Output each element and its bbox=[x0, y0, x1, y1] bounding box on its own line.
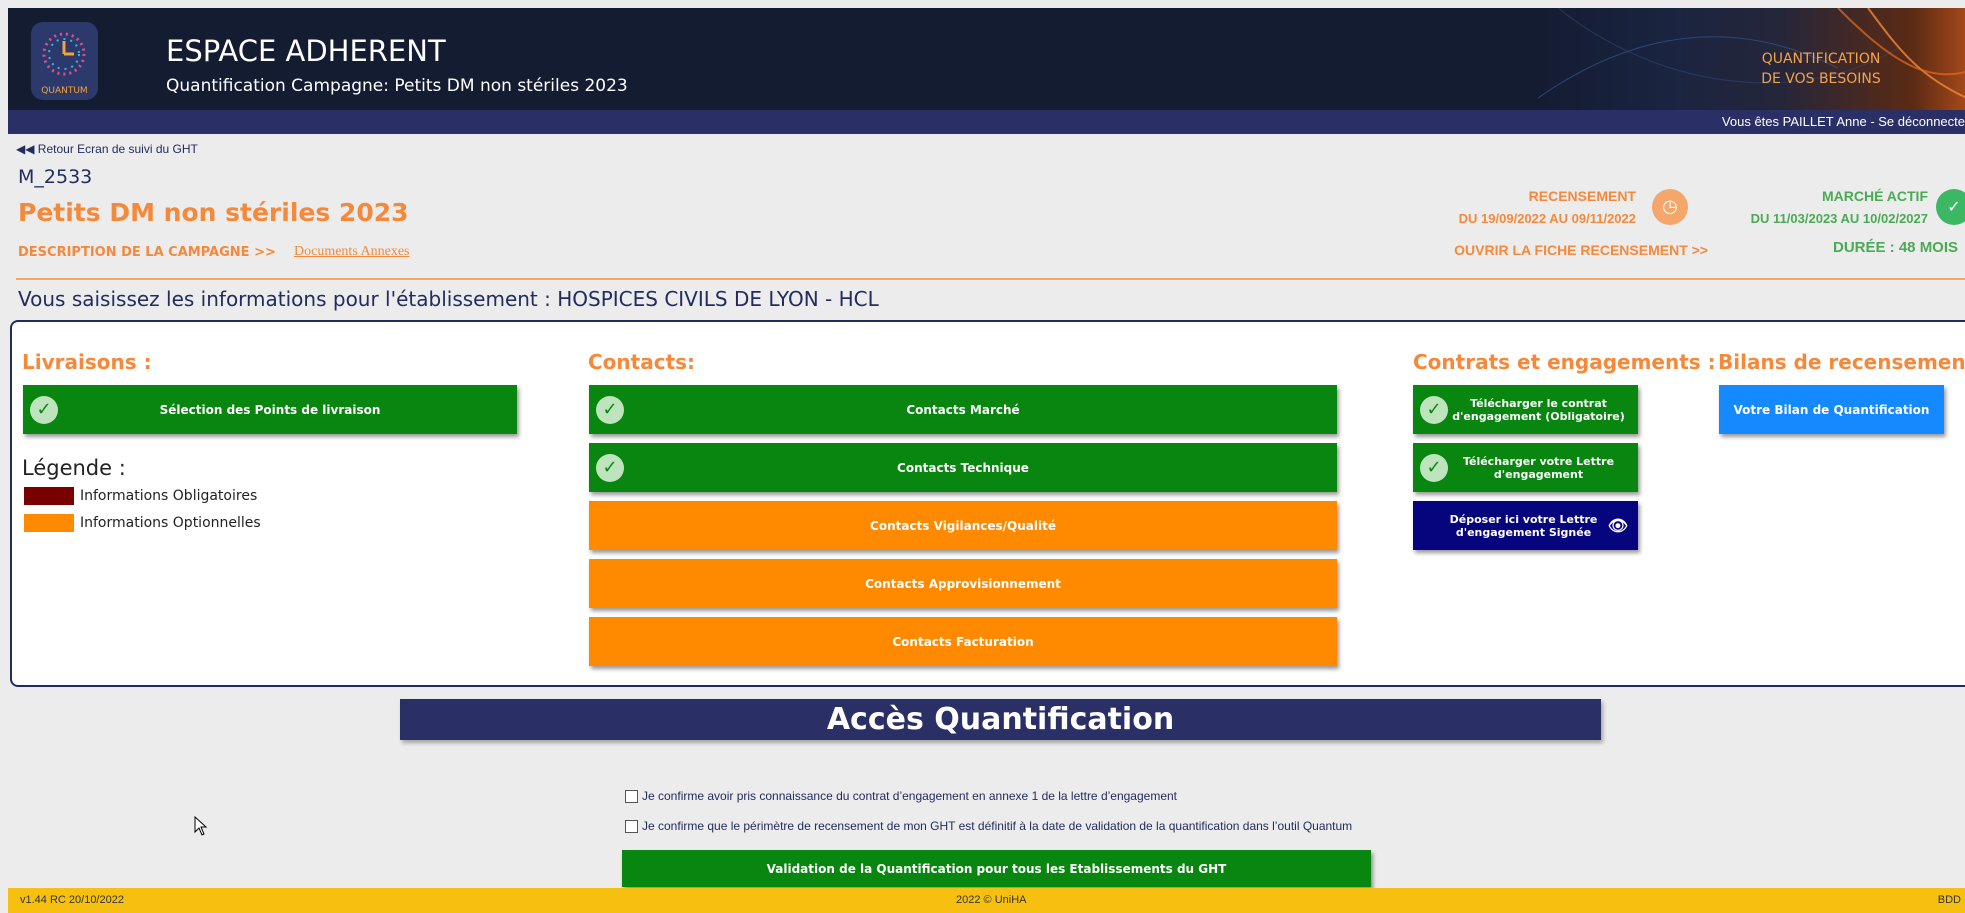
etablissement-text: Vous saisissez les informations pour l'é… bbox=[18, 287, 879, 311]
acces-quantification-title: Accès Quantification bbox=[400, 699, 1601, 740]
confirm-perimetre-label: Je confirme que le périmètre de recensem… bbox=[642, 819, 1353, 833]
button-label: Contacts Approvisionnement bbox=[865, 576, 1061, 591]
check-icon: ✓ bbox=[1420, 453, 1448, 482]
header-banner: QUANTIFICATION DE VOS BESOINS & bbox=[1538, 8, 1965, 110]
back-link[interactable]: ◀◀ Retour Ecran de suivi du GHT bbox=[16, 142, 198, 156]
quantum-logo[interactable]: QUANTUM bbox=[31, 22, 98, 100]
header-title: ESPACE ADHERENT bbox=[166, 34, 446, 68]
check-icon: ✓ bbox=[1420, 395, 1448, 424]
confirm-perimetre-checkbox[interactable] bbox=[625, 819, 638, 833]
eye-icon[interactable]: 👁 bbox=[1608, 516, 1628, 535]
banner-line1: QUANTIFICATION bbox=[1761, 51, 1881, 67]
footer: v1.44 RC 20/10/2022 2022 © UniHA BDD bbox=[8, 888, 1965, 913]
check-icon: ✓ bbox=[596, 395, 624, 424]
campaign-description-link[interactable]: DESCRIPTION DE LA CAMPAGNE >> bbox=[18, 245, 276, 260]
footer-copyright: 2022 © UniHA bbox=[956, 894, 1027, 906]
points-livraison-button[interactable]: ✓ Sélection des Points de livraison bbox=[23, 385, 517, 434]
legend-swatch-obligatoire bbox=[24, 487, 74, 505]
button-label: Contacts Technique bbox=[897, 460, 1029, 475]
livraisons-title: Livraisons : bbox=[22, 350, 152, 374]
shield-check-icon: ✓ bbox=[1936, 189, 1965, 225]
legend-label-optionnelle: Informations Optionnelles bbox=[80, 515, 261, 531]
marche-duree: DURÉE : 48 MOIS bbox=[1833, 239, 1959, 256]
confirm-contract-row[interactable]: Je confirme avoir pris connaissance du c… bbox=[625, 789, 1177, 803]
contacts-title: Contacts: bbox=[588, 350, 696, 374]
recensement-label: RECENSEMENT bbox=[1528, 188, 1636, 204]
confirm-perimetre-row[interactable]: Je confirme que le périmètre de recensem… bbox=[625, 819, 1352, 833]
banner-line2: DE VOS BESOINS bbox=[1761, 71, 1881, 87]
confirm-contract-checkbox[interactable] bbox=[625, 789, 638, 803]
mouse-cursor-icon bbox=[194, 816, 208, 836]
marche-label: MARCHÉ ACTIF bbox=[1821, 188, 1928, 204]
campaign-title: Petits DM non stériles 2023 bbox=[18, 198, 409, 227]
header-subtitle: Quantification Campagne: Petits DM non s… bbox=[166, 76, 628, 96]
marche-dates: DU 11/03/2023 AU 10/02/2027 bbox=[1750, 211, 1928, 226]
legend-label-obligatoire: Informations Obligatoires bbox=[80, 488, 258, 504]
user-bar: Vous êtes PAILLET Anne - Se déconnecte bbox=[8, 110, 1965, 134]
button-label: Contacts Facturation bbox=[892, 634, 1034, 649]
contacts-marche-button[interactable]: ✓ Contacts Marché bbox=[589, 385, 1337, 434]
footer-bdd: BDD bbox=[1937, 894, 1961, 906]
recensement-dates: DU 19/09/2022 AU 09/11/2022 bbox=[1458, 211, 1636, 226]
legend-swatch-optionnelle bbox=[24, 514, 74, 532]
contacts-facturation-button[interactable]: Contacts Facturation bbox=[589, 617, 1337, 666]
app-frame: QUANTUM ESPACE ADHERENT Quantification C… bbox=[8, 8, 1965, 913]
button-label: Validation de la Quantification pour tou… bbox=[766, 861, 1227, 876]
legende-title: Légende : bbox=[22, 456, 126, 480]
contacts-approvisionnement-button[interactable]: Contacts Approvisionnement bbox=[589, 559, 1337, 608]
user-logout-text[interactable]: Vous êtes PAILLET Anne - Se déconnecte bbox=[1722, 114, 1965, 129]
banner-text: QUANTIFICATION DE VOS BESOINS bbox=[1746, 49, 1896, 89]
clock-icon: ◷ bbox=[1652, 189, 1688, 225]
confirm-contract-label: Je confirme avoir pris connaissance du c… bbox=[642, 789, 1178, 803]
download-contract-button[interactable]: ✓ Télécharger le contrat d'engagement (O… bbox=[1413, 385, 1638, 434]
button-label: Contacts Marché bbox=[906, 402, 1020, 417]
download-letter-button[interactable]: ✓ Télécharger votre Lettre d'engagement bbox=[1413, 443, 1638, 492]
check-icon: ✓ bbox=[596, 453, 624, 482]
footer-version: v1.44 RC 20/10/2022 bbox=[20, 894, 124, 906]
contacts-vigilances-button[interactable]: Contacts Vigilances/Qualité bbox=[589, 501, 1337, 550]
open-fiche-link[interactable]: OUVRIR LA FICHE RECENSEMENT >> bbox=[1428, 242, 1708, 258]
app-header: QUANTUM ESPACE ADHERENT Quantification C… bbox=[8, 8, 1965, 110]
logo-text: QUANTUM bbox=[41, 86, 88, 96]
documents-annexes-link[interactable]: Documents Annexes bbox=[294, 244, 409, 260]
button-label: Sélection des Points de livraison bbox=[159, 402, 381, 417]
button-label: Contacts Vigilances/Qualité bbox=[870, 518, 1056, 533]
contrats-title: Contrats et engagements : bbox=[1413, 350, 1716, 374]
contacts-technique-button[interactable]: ✓ Contacts Technique bbox=[589, 443, 1337, 492]
upload-signed-letter-button[interactable]: Déposer ici votre Lettre d'engagement Si… bbox=[1413, 501, 1638, 550]
divider bbox=[16, 278, 1965, 280]
button-label: Déposer ici votre Lettre d'engagement Si… bbox=[1449, 512, 1598, 539]
bilans-title: Bilans de recensement : bbox=[1718, 350, 1965, 374]
bilan-quantification-button[interactable]: Votre Bilan de Quantification bbox=[1719, 385, 1944, 434]
campaign-code: M_2533 bbox=[18, 166, 93, 188]
clock-logo-icon bbox=[42, 32, 86, 76]
check-icon: ✓ bbox=[30, 395, 58, 424]
validate-quantification-button[interactable]: Validation de la Quantification pour tou… bbox=[622, 850, 1371, 887]
button-label: Votre Bilan de Quantification bbox=[1733, 402, 1930, 417]
